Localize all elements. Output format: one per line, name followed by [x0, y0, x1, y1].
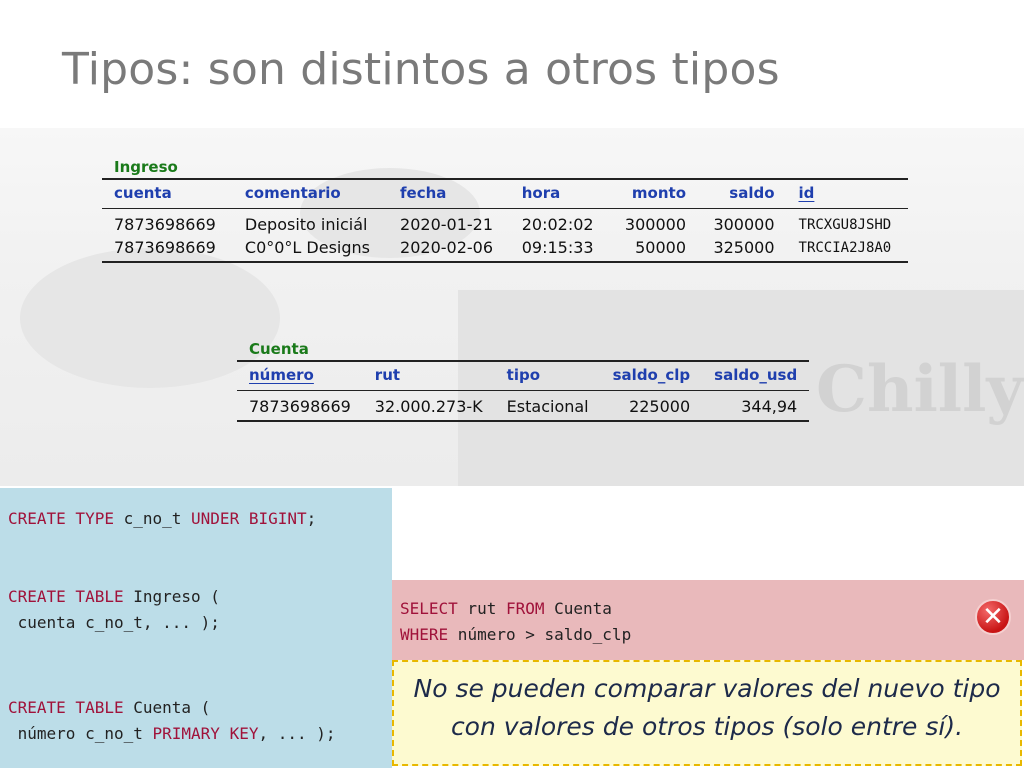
note-line: No se pueden comparar valores del nuevo …	[413, 674, 1001, 703]
cuenta-caption: Cuenta	[249, 340, 309, 358]
sql-keyword: PRIMARY KEY	[152, 724, 259, 743]
table-cell: 300000	[624, 215, 686, 234]
error-x-icon: ✕	[975, 599, 1011, 635]
column-header: fecha	[388, 178, 510, 209]
column-header: hora	[509, 178, 610, 209]
column-header: saldo_clp	[600, 360, 703, 391]
column-header: comentario	[232, 178, 389, 209]
table-row: 7873698669 32.000.273-K Estacional 22500…	[237, 390, 810, 422]
table-cell: C0°0°L Designs	[232, 236, 389, 263]
cuenta-table: Cuenta número rut tipo saldo_clp saldo_u…	[237, 340, 810, 422]
ingreso-caption: Ingreso	[114, 158, 178, 176]
table-header-row: número rut tipo saldo_clp saldo_usd	[237, 360, 810, 391]
create-table-cuenta-statement: CREATE TABLE Cuenta ( número c_no_t PRIM…	[8, 695, 336, 747]
explanation-note: No se pueden comparar valores del nuevo …	[392, 660, 1022, 766]
column-header: saldo_usd	[702, 360, 810, 391]
sql-text: cuenta c_no_t, ... );	[8, 613, 220, 632]
slide-title: Tipos: son distintos a otros tipos	[62, 44, 780, 95]
column-header: monto	[609, 178, 698, 209]
sql-text: Cuenta	[544, 599, 612, 618]
ingreso-table: Ingreso cuenta comentario fecha hora mon…	[102, 158, 908, 263]
table-cell: 344,94	[702, 390, 810, 422]
table-cell: 7873698669	[102, 236, 233, 263]
sql-keyword: CREATE TABLE	[8, 698, 124, 717]
ddl-code-panel: CREATE TYPE c_no_t UNDER BIGINT; CREATE …	[0, 488, 392, 768]
column-header: saldo	[698, 178, 787, 209]
table-row: 7873698669 C0°0°L Designs 2020-02-06 09:…	[102, 236, 908, 263]
table-row: 7873698669 Deposito iniciál 2020-01-21 2…	[102, 209, 908, 237]
sql-text: , ... );	[258, 724, 336, 743]
create-type-statement: CREATE TYPE c_no_t UNDER BIGINT;	[8, 506, 316, 532]
column-header-key: id	[786, 178, 908, 209]
sql-text: número c_no_t	[8, 724, 153, 743]
sql-keyword: FROM	[505, 599, 545, 618]
column-header-key: número	[237, 360, 363, 391]
table-cell: Estacional	[494, 390, 601, 422]
table-cell: 20:02:02	[521, 215, 594, 234]
table-cell: 09:15:33	[509, 236, 610, 263]
table-cell: 325000	[698, 236, 787, 263]
table-cell: Deposito iniciál	[244, 215, 368, 234]
table-cell: TRCXGU8JSHD	[798, 216, 892, 233]
table-header-row: cuenta comentario fecha hora monto saldo…	[102, 178, 908, 209]
note-line: con valores de otros tipos (solo entre s…	[450, 712, 964, 741]
table-cell: 300000	[713, 215, 775, 234]
table-cell: 2020-02-06	[388, 236, 510, 263]
sql-keyword: WHERE	[400, 625, 449, 644]
column-header: rut	[362, 360, 495, 391]
column-header: cuenta	[102, 178, 233, 209]
column-header: tipo	[494, 360, 601, 391]
sql-text: ;	[306, 509, 317, 528]
table-cell: 225000	[600, 390, 703, 422]
sql-text: rut	[457, 599, 506, 618]
sql-text: Cuenta (	[123, 698, 211, 717]
create-table-ingreso-statement: CREATE TABLE Ingreso ( cuenta c_no_t, ..…	[8, 584, 220, 636]
table-cell: 7873698669	[237, 390, 363, 422]
table-cell: 32.000.273-K	[362, 390, 495, 422]
sql-keyword: CREATE TABLE	[8, 587, 124, 606]
table-cell: 50000	[609, 236, 698, 263]
select-query: SELECT rut FROM Cuenta WHERE número > sa…	[400, 596, 631, 648]
sql-text: c_no_t	[113, 509, 192, 528]
table-cell: TRCCIA2J8A0	[786, 236, 908, 263]
table-cell: 7873698669	[114, 215, 216, 234]
sql-text: número > saldo_clp	[448, 625, 632, 644]
sql-text: Ingreso (	[123, 587, 220, 606]
sql-keyword: UNDER BIGINT	[191, 509, 307, 528]
background-logo: Chilly	[816, 352, 1024, 427]
sql-keyword: SELECT	[400, 599, 458, 618]
invalid-query-panel: SELECT rut FROM Cuenta WHERE número > sa…	[392, 580, 1024, 660]
table-cell: 2020-01-21	[400, 215, 494, 234]
sql-keyword: CREATE TYPE	[8, 509, 114, 528]
